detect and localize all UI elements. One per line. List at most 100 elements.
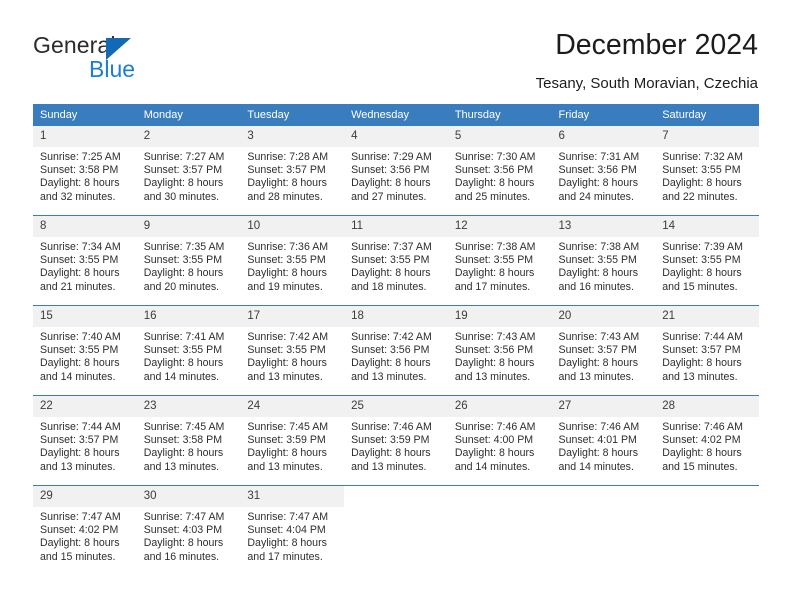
day-sunset-text: Sunset: 3:56 PM xyxy=(454,344,534,357)
day-number: 10 xyxy=(240,216,345,237)
page-header: General Blue December 2024 Tesany, South… xyxy=(0,0,792,100)
calendar-day-cell[interactable]: 2 Sunrise: 7:27 AM Sunset: 3:57 PM Daylight… xyxy=(136,126,241,216)
calendar-day-cell[interactable]: 15 Sunrise: 7:40 AM Sunset: 3:55 PM Dayligh… xyxy=(33,305,137,396)
day-sunset-text: Sunset: 3:55 PM xyxy=(247,254,326,267)
calendar-day-cell[interactable]: 9 Sunrise: 7:35 AM Sunset: 3:55 PM Daylight… xyxy=(136,215,241,306)
day-daylight-text: and 14 minutes. xyxy=(454,460,531,473)
calendar-day-cell[interactable]: 1 Sunrise: 7:25 AM Sunset: 3:58 PM Daylight… xyxy=(33,126,137,216)
general-blue-logo: General Blue xyxy=(33,32,263,88)
day-daylight-text: Daylight: 8 hours xyxy=(143,357,224,370)
weekday-header-saturday: Saturday xyxy=(655,104,759,126)
day-sunrise-text: Sunrise: 7:47 AM xyxy=(247,511,329,523)
day-sunset-text: Sunset: 3:55 PM xyxy=(662,254,741,267)
day-sun-info: Sunrise: 7:39 AM Sunset: 3:55 PM Daylight:… xyxy=(655,237,759,294)
weekday-header-friday: Friday xyxy=(551,104,656,126)
calendar-day-cell[interactable]: 31 Sunrise: 7:47 AM Sunset: 4:04 PM Dayligh… xyxy=(240,485,345,575)
day-sun-info: Sunrise: 7:47 AM Sunset: 4:04 PM Daylight:… xyxy=(240,507,344,564)
day-sunset-text: Sunset: 3:58 PM xyxy=(143,434,223,447)
day-sunrise-text: Sunrise: 7:40 AM xyxy=(40,331,121,343)
day-sunrise-text: Sunrise: 7:43 AM xyxy=(454,331,536,343)
day-daylight-text: and 15 minutes. xyxy=(662,460,738,473)
day-sunrise-text: Sunrise: 7:43 AM xyxy=(558,331,640,343)
calendar-day-cell[interactable]: 29 Sunrise: 7:47 AM Sunset: 4:02 PM Dayligh… xyxy=(33,485,137,575)
calendar-day-cell[interactable]: 3 Sunrise: 7:28 AM Sunset: 3:57 PM Daylight… xyxy=(240,126,345,216)
day-sun-info: Sunrise: 7:47 AM Sunset: 4:02 PM Daylight:… xyxy=(33,507,137,564)
day-sunset-text: Sunset: 3:55 PM xyxy=(40,254,119,267)
calendar-day-cell[interactable]: 18 Sunrise: 7:42 AM Sunset: 3:56 PM Dayligh… xyxy=(344,305,448,396)
calendar-day-cell[interactable]: 26 Sunrise: 7:46 AM Sunset: 4:00 PM Dayligh… xyxy=(447,395,552,486)
day-daylight-text: Daylight: 8 hours xyxy=(351,267,431,280)
day-number: 31 xyxy=(240,486,345,507)
day-number: 22 xyxy=(33,396,137,417)
day-number: 4 xyxy=(344,126,448,147)
calendar-week-row: 1 Sunrise: 7:25 AM Sunset: 3:58 PM Daylight… xyxy=(33,126,759,216)
day-daylight-text: Daylight: 8 hours xyxy=(143,447,224,460)
calendar-day-cell[interactable]: 4 Sunrise: 7:29 AM Sunset: 3:56 PM Daylight… xyxy=(344,126,448,216)
day-sunset-text: Sunset: 3:56 PM xyxy=(558,164,637,177)
calendar-day-cell[interactable]: 8 Sunrise: 7:34 AM Sunset: 3:55 PM Daylight… xyxy=(33,215,137,306)
day-number: 18 xyxy=(344,306,448,327)
calendar-day-cell[interactable]: 17 Sunrise: 7:42 AM Sunset: 3:55 PM Dayligh… xyxy=(240,305,345,396)
day-daylight-text: Daylight: 8 hours xyxy=(40,447,120,460)
day-number: 9 xyxy=(136,216,241,237)
weekday-header-tuesday: Tuesday xyxy=(240,104,345,126)
calendar-day-cell[interactable]: 14 Sunrise: 7:39 AM Sunset: 3:55 PM Dayligh… xyxy=(655,215,759,306)
calendar-day-cell[interactable]: 10 Sunrise: 7:36 AM Sunset: 3:55 PM Dayligh… xyxy=(240,215,345,306)
day-sunset-text: Sunset: 3:55 PM xyxy=(40,344,119,357)
day-number xyxy=(655,486,759,507)
day-sun-info: Sunrise: 7:41 AM Sunset: 3:55 PM Daylight:… xyxy=(137,327,241,384)
day-sunrise-text: Sunrise: 7:32 AM xyxy=(662,151,743,163)
calendar-day-cell[interactable]: 12 Sunrise: 7:38 AM Sunset: 3:55 PM Dayligh… xyxy=(447,215,552,306)
calendar-day-cell[interactable]: 19 Sunrise: 7:43 AM Sunset: 3:56 PM Dayligh… xyxy=(447,305,552,396)
day-daylight-text: Daylight: 8 hours xyxy=(143,177,224,190)
calendar-day-cell[interactable]: 25 Sunrise: 7:46 AM Sunset: 3:59 PM Dayligh… xyxy=(344,395,448,486)
calendar-day-cell[interactable]: 23 Sunrise: 7:45 AM Sunset: 3:58 PM Dayligh… xyxy=(136,395,241,486)
day-daylight-text: and 20 minutes. xyxy=(143,280,220,293)
weekday-header-sunday: Sunday xyxy=(33,104,137,126)
calendar-day-cell[interactable]: 24 Sunrise: 7:45 AM Sunset: 3:59 PM Dayligh… xyxy=(240,395,345,486)
weekday-header-monday: Monday xyxy=(136,104,241,126)
calendar-table: Sunday Monday Tuesday Wednesday Thursday… xyxy=(33,104,759,575)
day-daylight-text: and 13 minutes. xyxy=(662,370,738,383)
day-number xyxy=(551,486,656,507)
day-daylight-text: and 30 minutes. xyxy=(143,190,220,203)
day-daylight-text: Daylight: 8 hours xyxy=(40,357,120,370)
calendar-day-cell[interactable]: 30 Sunrise: 7:47 AM Sunset: 4:03 PM Dayligh… xyxy=(136,485,241,575)
logo-text-general: General xyxy=(33,32,116,58)
day-daylight-text: and 17 minutes. xyxy=(454,280,531,293)
day-sun-info: Sunrise: 7:43 AM Sunset: 3:56 PM Daylight:… xyxy=(448,327,552,384)
day-sunrise-text: Sunrise: 7:38 AM xyxy=(454,241,536,253)
day-number: 13 xyxy=(551,216,656,237)
day-sun-info: Sunrise: 7:37 AM Sunset: 3:55 PM Daylight:… xyxy=(344,237,448,294)
calendar-day-cell[interactable]: 7 Sunrise: 7:32 AM Sunset: 3:55 PM Daylight… xyxy=(655,126,759,216)
day-daylight-text: Daylight: 8 hours xyxy=(247,357,327,370)
day-number: 25 xyxy=(344,396,448,417)
calendar-day-cell[interactable]: 21 Sunrise: 7:44 AM Sunset: 3:57 PM Dayligh… xyxy=(655,305,759,396)
day-sunset-text: Sunset: 3:57 PM xyxy=(558,344,637,357)
calendar-day-cell[interactable]: 5 Sunrise: 7:30 AM Sunset: 3:56 PM Daylight… xyxy=(447,126,552,216)
day-sun-info: Sunrise: 7:31 AM Sunset: 3:56 PM Daylight:… xyxy=(552,147,656,204)
day-daylight-text: Daylight: 8 hours xyxy=(454,357,535,370)
calendar-day-cell[interactable]: 20 Sunrise: 7:43 AM Sunset: 3:57 PM Dayligh… xyxy=(551,305,656,396)
day-sunset-text: Sunset: 3:59 PM xyxy=(247,434,326,447)
calendar-day-cell[interactable]: 13 Sunrise: 7:38 AM Sunset: 3:55 PM Dayligh… xyxy=(551,215,656,306)
day-sunrise-text: Sunrise: 7:42 AM xyxy=(351,331,432,343)
day-daylight-text: and 24 minutes. xyxy=(558,190,634,203)
calendar-day-cell[interactable]: 27 Sunrise: 7:46 AM Sunset: 4:01 PM Dayligh… xyxy=(551,395,656,486)
day-sun-info: Sunrise: 7:30 AM Sunset: 3:56 PM Daylight:… xyxy=(448,147,552,204)
calendar-day-cell[interactable]: 16 Sunrise: 7:41 AM Sunset: 3:55 PM Dayligh… xyxy=(136,305,241,396)
day-number xyxy=(447,486,552,507)
page-subtitle-location: Tesany, South Moravian, Czechia xyxy=(535,75,758,92)
day-daylight-text: and 19 minutes. xyxy=(247,280,323,293)
day-number: 15 xyxy=(33,306,137,327)
day-number: 28 xyxy=(655,396,759,417)
day-number: 19 xyxy=(447,306,552,327)
calendar-day-cell[interactable]: 28 Sunrise: 7:46 AM Sunset: 4:02 PM Dayligh… xyxy=(655,395,759,486)
day-daylight-text: and 13 minutes. xyxy=(40,460,116,473)
day-number: 3 xyxy=(240,126,345,147)
calendar-header-row: Sunday Monday Tuesday Wednesday Thursday… xyxy=(33,104,759,126)
calendar-day-cell[interactable]: 6 Sunrise: 7:31 AM Sunset: 3:56 PM Daylight… xyxy=(551,126,656,216)
calendar-day-cell[interactable]: 11 Sunrise: 7:37 AM Sunset: 3:55 PM Dayligh… xyxy=(344,215,448,306)
day-sunset-text: Sunset: 3:55 PM xyxy=(662,164,741,177)
calendar-day-cell[interactable]: 22 Sunrise: 7:44 AM Sunset: 3:57 PM Dayligh… xyxy=(33,395,137,486)
